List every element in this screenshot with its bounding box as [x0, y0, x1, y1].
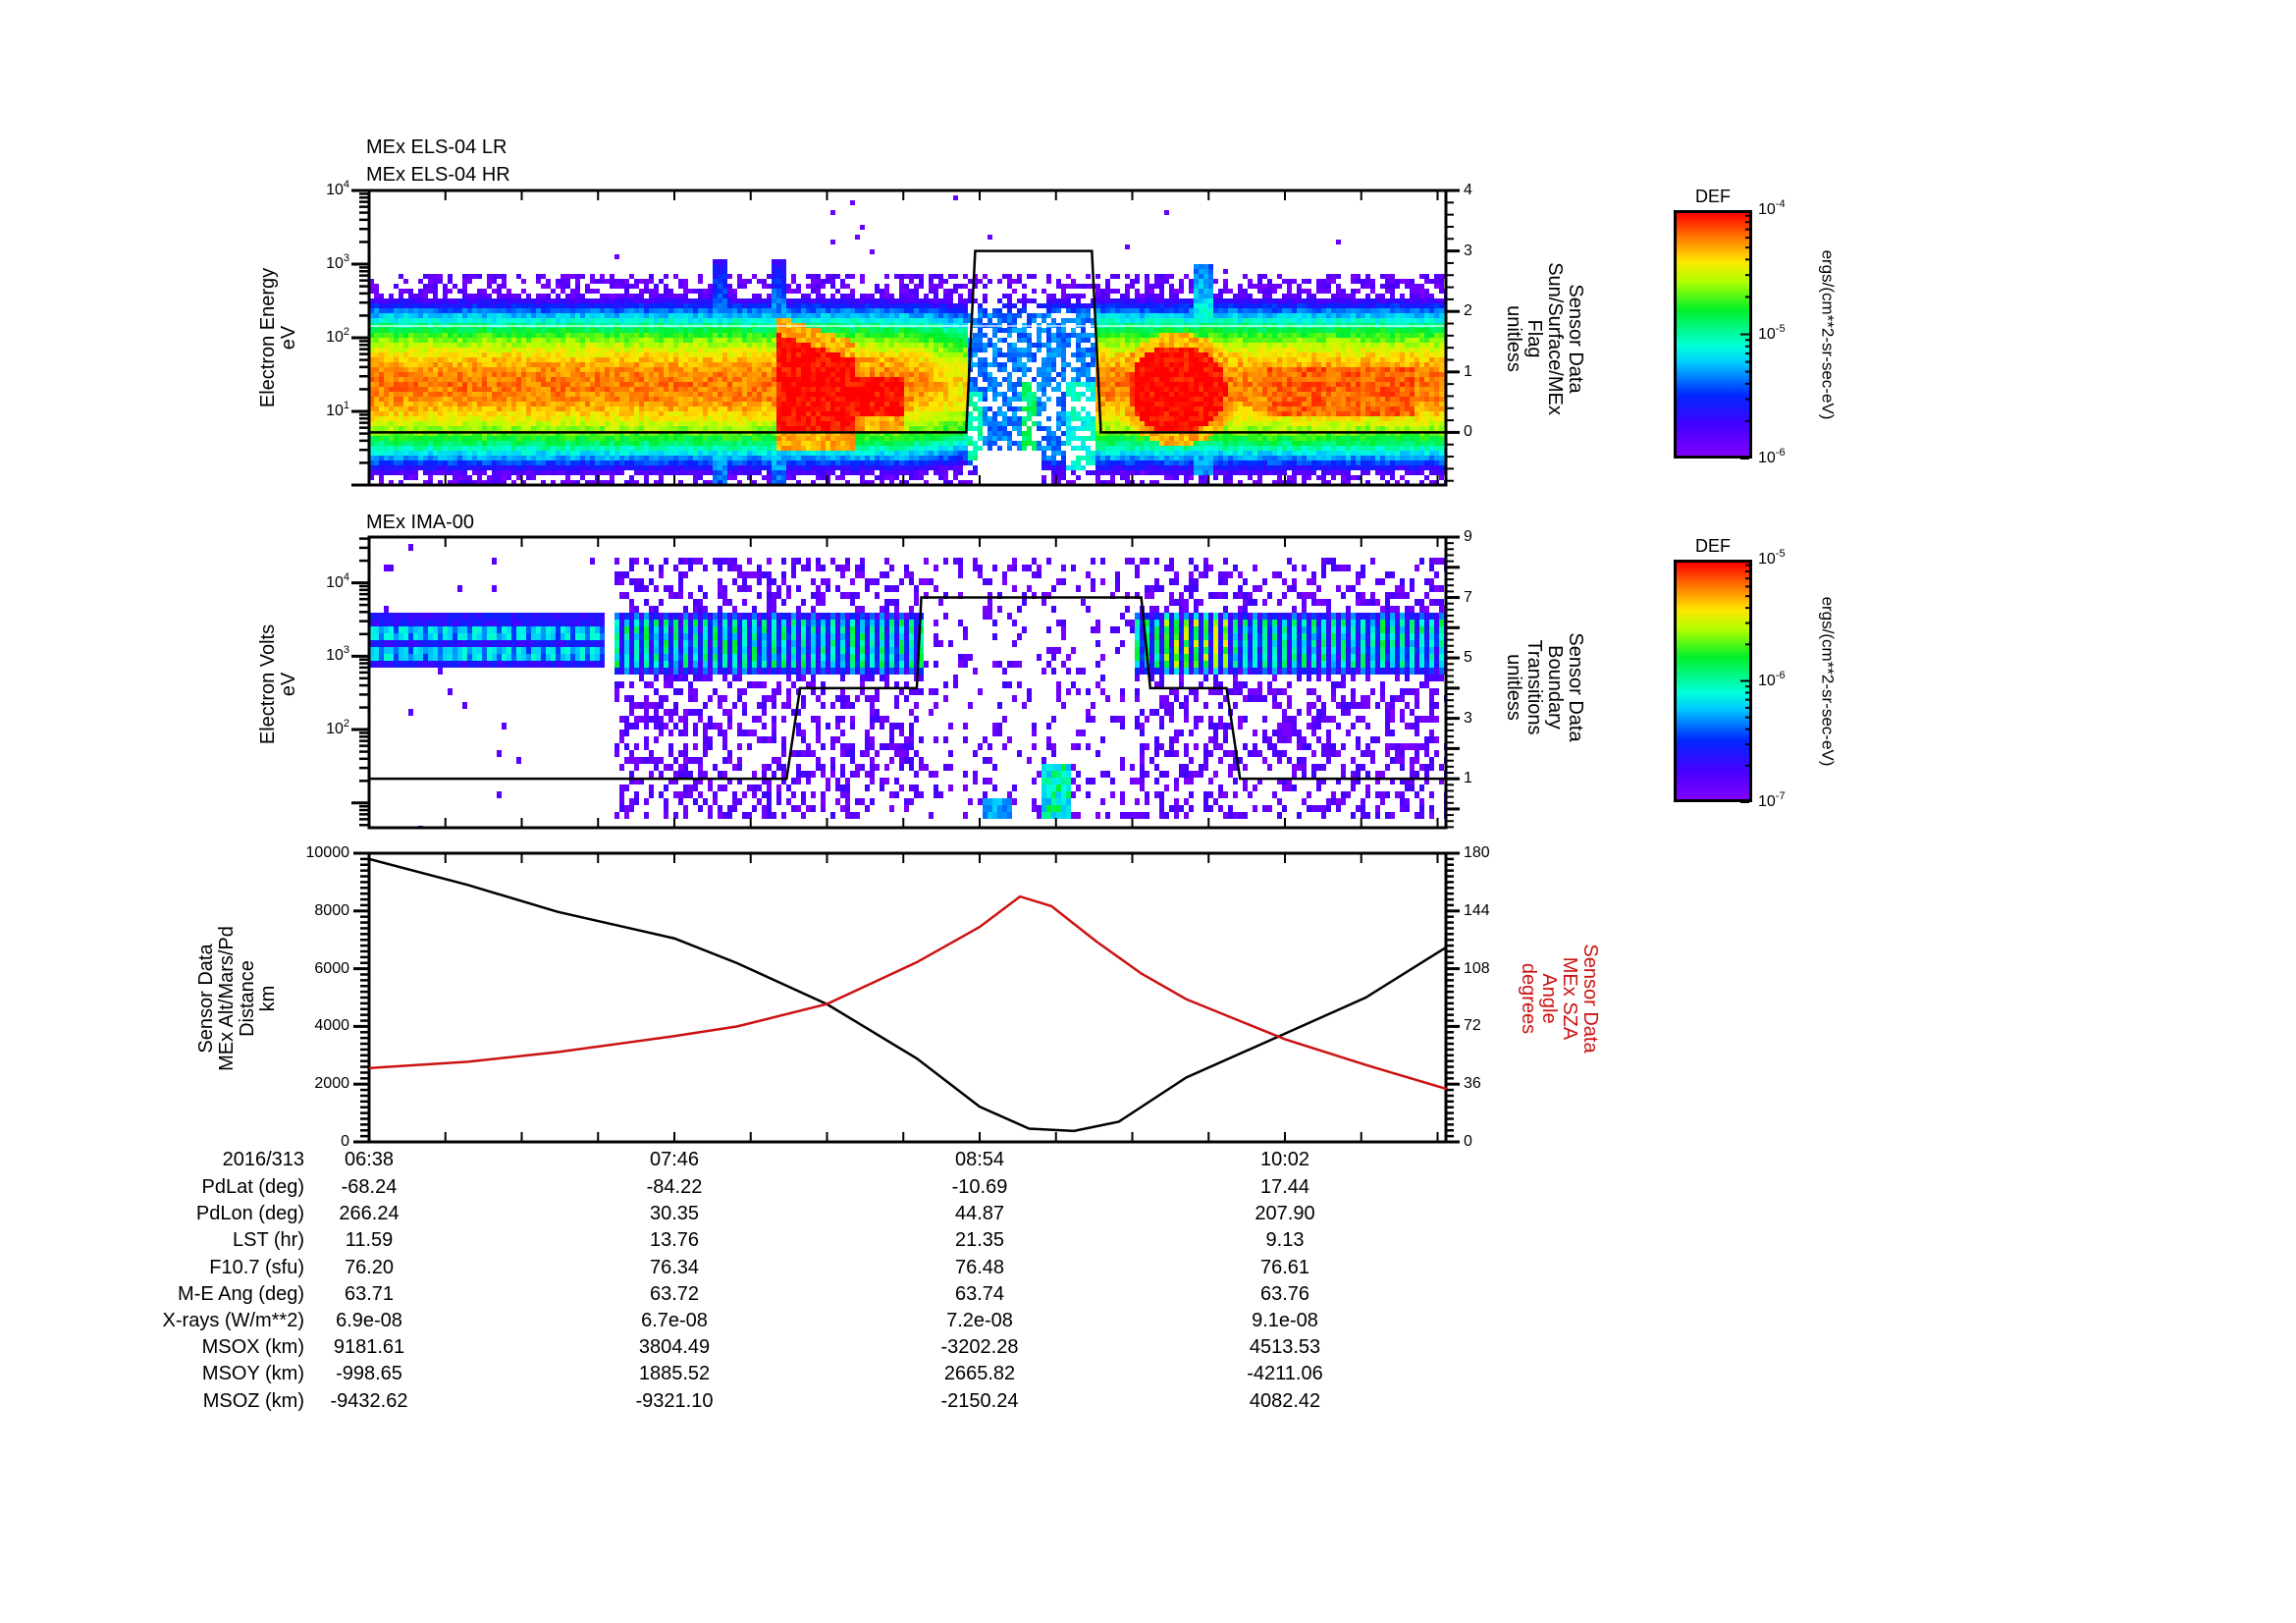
plot-frame: [367, 851, 1448, 1144]
altitude-line: [368, 857, 1448, 1133]
overlay-line: [369, 596, 1447, 781]
plot-frame: [367, 535, 1448, 830]
overlay-line: [369, 249, 1447, 434]
plot-frame: [367, 189, 1448, 487]
sza-line: [368, 894, 1448, 1091]
axes-overlay: [351, 189, 1749, 1144]
